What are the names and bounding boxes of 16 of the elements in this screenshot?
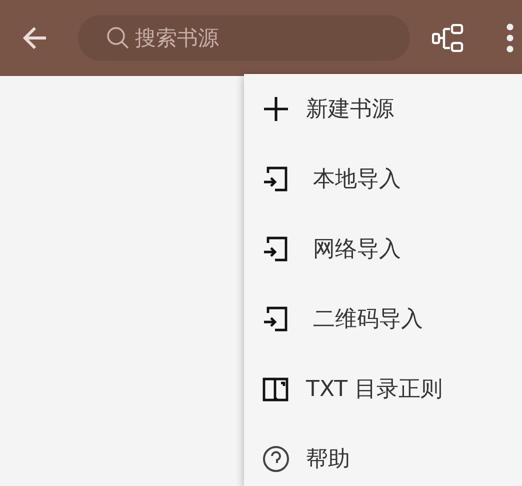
search-icon — [106, 26, 130, 50]
tree-icon[interactable] — [432, 24, 464, 52]
menu-item[interactable]: 网络导入 — [244, 214, 522, 284]
menu-item[interactable]: 本地导入 — [244, 144, 522, 214]
menu-item[interactable]: TXT 目录正则 — [244, 354, 522, 424]
import-icon — [262, 165, 290, 193]
menu-item[interactable]: 帮助 — [244, 424, 522, 486]
more-icon[interactable] — [506, 23, 514, 53]
menu-item[interactable]: 二维码导入 — [244, 284, 522, 354]
help-icon — [262, 445, 290, 473]
import-icon — [262, 235, 290, 263]
book-icon — [262, 375, 290, 403]
search-field[interactable]: 搜索书源 — [78, 15, 410, 61]
menu-item[interactable]: 新建书源 — [244, 74, 522, 144]
add-icon — [262, 95, 290, 123]
import-icon — [262, 305, 290, 333]
